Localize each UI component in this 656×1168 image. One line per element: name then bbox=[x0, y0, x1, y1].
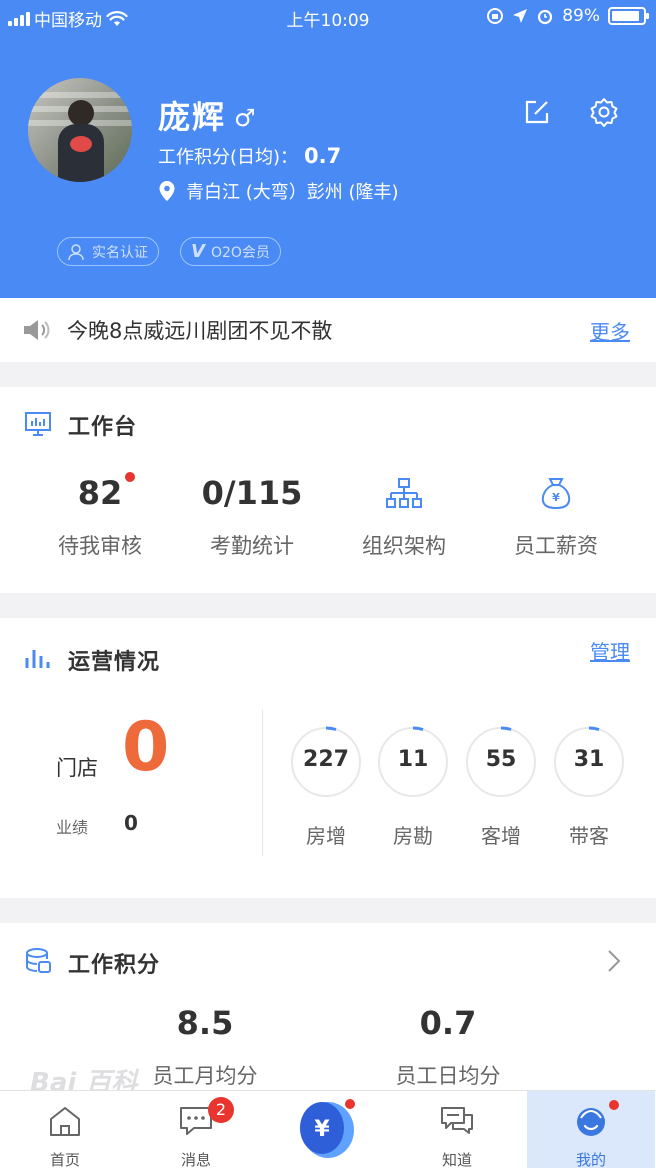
metric-ring[interactable]: 11 bbox=[377, 726, 449, 798]
user-face-icon bbox=[577, 1108, 605, 1136]
daily-score-label: 工作积分(日均)： bbox=[158, 147, 299, 168]
coin-stack-icon bbox=[26, 948, 51, 973]
notice-bar[interactable]: 今晚8点威远川剧团不见不散 更多 bbox=[0, 298, 656, 362]
settings-gear-button[interactable] bbox=[588, 96, 620, 128]
metric-label: 客增 bbox=[481, 824, 521, 848]
battery-icon bbox=[608, 7, 649, 25]
manage-link[interactable]: 管理 bbox=[590, 636, 630, 665]
monthly-avg-score: 8.5 bbox=[176, 1004, 234, 1042]
salary-label: 员工薪资 bbox=[514, 534, 598, 558]
performance-label: 业绩 bbox=[56, 818, 89, 837]
tab-mine[interactable]: 我的 bbox=[527, 1091, 655, 1168]
daily-avg-label: 员工日均分 bbox=[395, 1064, 501, 1088]
badge-real-name: 实名认证 bbox=[57, 237, 159, 266]
workbench-title: 工作台 bbox=[68, 415, 138, 440]
performance-value: 0 bbox=[124, 811, 138, 835]
bar-chart-icon bbox=[25, 650, 50, 668]
org-structure-item[interactable]: 组织架构 bbox=[329, 470, 479, 560]
notice-text: 今晚8点威远川剧团不见不散 bbox=[67, 319, 333, 343]
location-arrow-icon bbox=[513, 9, 528, 23]
user-verify-icon bbox=[68, 243, 84, 260]
yuan-center-button[interactable]: ¥ bbox=[298, 1098, 356, 1160]
home-icon bbox=[50, 1107, 80, 1136]
alarm-icon bbox=[538, 9, 553, 25]
badge-o2o-member: V O2O会员 bbox=[180, 237, 281, 266]
vip-v-icon: V bbox=[191, 241, 205, 262]
gender-male-icon: ♂ bbox=[234, 104, 256, 132]
work-score-title: 工作积分 bbox=[68, 953, 161, 978]
notification-dot bbox=[609, 1100, 619, 1110]
notification-dot bbox=[125, 472, 135, 482]
svg-text:¥: ¥ bbox=[314, 1117, 330, 1142]
location-text: 青白江 (大弯）彭州 (隆丰) bbox=[186, 182, 399, 203]
svg-text:¥: ¥ bbox=[552, 491, 560, 504]
battery-percent: 89% bbox=[562, 6, 600, 26]
store-label: 门店 bbox=[56, 756, 98, 780]
user-name: 庞辉 bbox=[158, 98, 227, 136]
speaker-icon bbox=[24, 320, 50, 340]
location-line: 青白江 (大弯）彭州 (隆丰) bbox=[158, 178, 399, 204]
pending-review-item[interactable]: 82 待我审核 bbox=[25, 470, 175, 560]
tab-know[interactable]: 知道 bbox=[393, 1091, 521, 1168]
status-bar: 中国移动 上午10:09 89% bbox=[0, 0, 656, 34]
salary-item[interactable]: ¥ 员工薪资 bbox=[481, 470, 631, 560]
metric-ring[interactable]: 31 bbox=[553, 726, 625, 798]
daily-score-value: 0.7 bbox=[304, 144, 342, 168]
chat-bubbles-icon bbox=[441, 1107, 473, 1134]
metric-label: 房勘 bbox=[393, 824, 433, 848]
metric-value: 11 bbox=[397, 747, 429, 772]
rotation-lock-icon bbox=[487, 8, 504, 24]
org-structure-label: 组织架构 bbox=[362, 534, 446, 558]
metric-ring[interactable]: 227 bbox=[290, 726, 362, 798]
attendance-label: 考勤统计 bbox=[210, 534, 294, 558]
avatar[interactable] bbox=[28, 78, 132, 182]
monitor-chart-icon bbox=[25, 412, 51, 436]
daily-score: 工作积分(日均)： 0.7 bbox=[158, 143, 341, 169]
divider bbox=[262, 710, 263, 856]
message-badge: 2 bbox=[208, 1097, 234, 1123]
metric-value: 55 bbox=[485, 747, 517, 772]
notice-more-link[interactable]: 更多 bbox=[590, 316, 630, 345]
operations-title: 运营情况 bbox=[68, 650, 161, 675]
tab-home[interactable]: 首页 bbox=[1, 1091, 129, 1168]
location-pin-icon bbox=[159, 181, 175, 201]
metric-value: 31 bbox=[573, 747, 605, 772]
pending-review-label: 待我审核 bbox=[58, 534, 142, 558]
attendance-item[interactable]: 0/115 考勤统计 bbox=[177, 470, 327, 560]
metric-ring[interactable]: 55 bbox=[465, 726, 537, 798]
org-chart-icon bbox=[386, 478, 422, 508]
store-value: 0 bbox=[122, 708, 170, 787]
pending-review-count: 82 bbox=[77, 474, 123, 512]
daily-avg-score: 0.7 bbox=[419, 1004, 477, 1042]
profile-header: 中国移动 上午10:09 89% 庞辉 ♂ 工作积分(日均)： 0.7 青白江 … bbox=[0, 0, 656, 298]
money-bag-icon: ¥ bbox=[541, 478, 571, 510]
attendance-count: 0/115 bbox=[201, 474, 303, 512]
metric-label: 房增 bbox=[306, 824, 346, 848]
metric-value: 227 bbox=[303, 747, 349, 772]
tab-messages[interactable]: 消息 bbox=[132, 1091, 260, 1168]
chevron-right-icon[interactable] bbox=[606, 948, 622, 974]
edit-profile-button[interactable] bbox=[522, 97, 552, 127]
metric-label: 带客 bbox=[569, 824, 609, 848]
